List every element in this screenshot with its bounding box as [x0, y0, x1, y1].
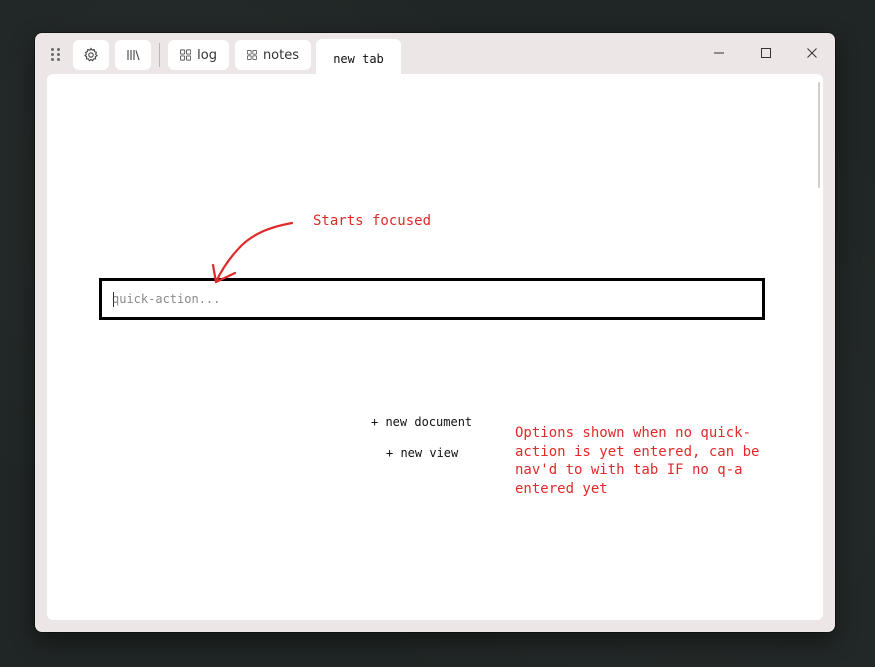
scrollbar[interactable]	[818, 82, 820, 188]
tab-new-tab-label: new tab	[333, 52, 384, 66]
tab-new-tab[interactable]: new tab	[316, 39, 401, 75]
annotation-arrow-icon	[211, 221, 294, 284]
grid-icon	[247, 50, 257, 60]
gear-icon	[84, 47, 98, 62]
annotation-options-note: Options shown when no quick- action is y…	[515, 425, 760, 497]
quick-action-box	[99, 278, 765, 320]
tab-log-label: log	[197, 47, 217, 63]
minimize-button[interactable]	[705, 42, 733, 64]
library-button[interactable]	[115, 40, 151, 70]
annotation-starts-focused: Starts focused	[313, 213, 432, 229]
tab-notes[interactable]: notes	[235, 40, 311, 70]
maximize-icon	[761, 48, 771, 58]
toolbar-divider	[159, 43, 160, 67]
text-caret	[113, 292, 114, 307]
close-icon	[807, 48, 817, 58]
tab-log[interactable]: log	[168, 40, 229, 70]
app-window: log notes new tab quick-action... + new …	[35, 33, 835, 632]
new-document-option[interactable]: + new document	[371, 415, 472, 429]
maximize-button[interactable]	[752, 42, 780, 64]
settings-button[interactable]	[73, 40, 109, 70]
minimize-icon	[714, 52, 724, 54]
grid-icon	[180, 49, 192, 61]
library-icon	[127, 50, 140, 61]
tab-content: + new document + new view	[47, 74, 823, 620]
close-button[interactable]	[798, 42, 826, 64]
new-view-option[interactable]: + new view	[386, 446, 458, 460]
drag-handle-icon[interactable]	[51, 48, 61, 62]
tab-notes-label: notes	[262, 47, 299, 63]
